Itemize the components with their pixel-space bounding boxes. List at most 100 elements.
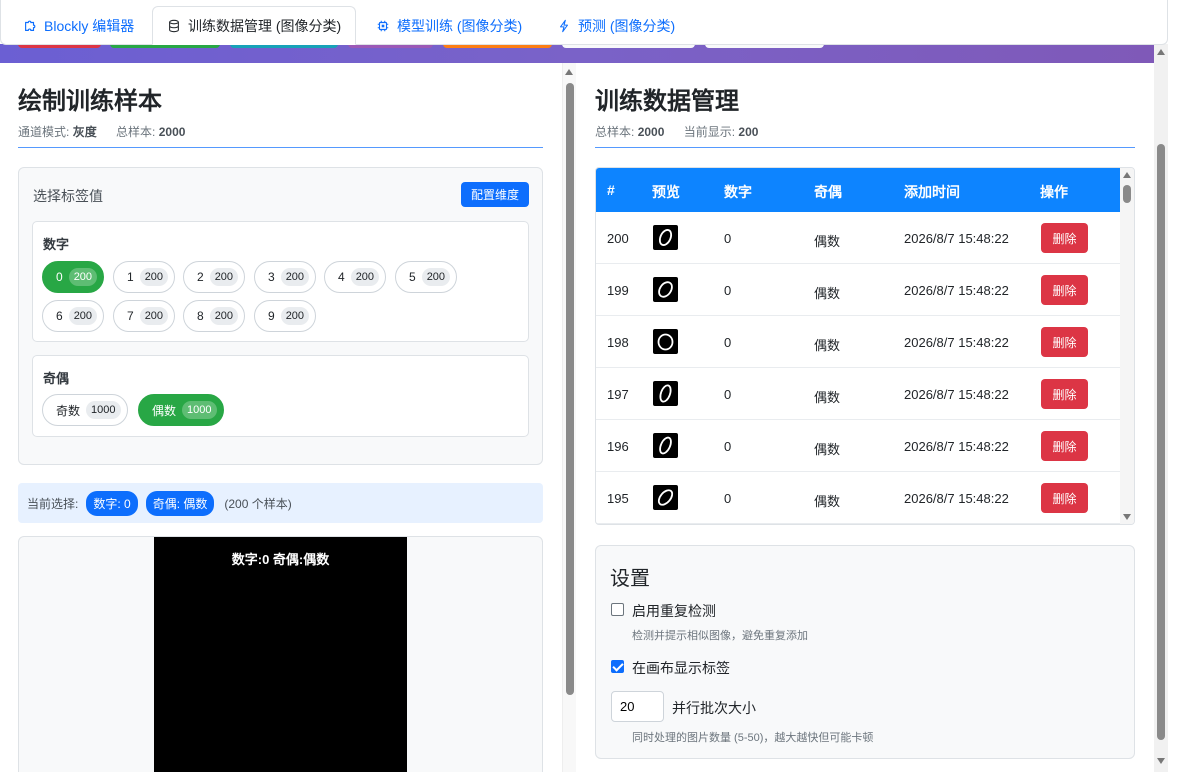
row-index: 197 bbox=[607, 387, 629, 402]
duplicate-detection-hint: 检测并提示相似图像，避免重复添加 bbox=[632, 630, 808, 642]
puzzle-icon bbox=[23, 19, 37, 33]
tab-training-data[interactable]: 训练数据管理 (图像分类) bbox=[152, 6, 357, 45]
chip-digit-7[interactable]: 7 200 bbox=[113, 300, 176, 332]
parity-group-title: 奇偶 bbox=[43, 371, 70, 386]
delete-button[interactable]: 删除 bbox=[1041, 483, 1088, 513]
digit-group-title: 数字 bbox=[43, 237, 70, 252]
chip-count: 1000 bbox=[86, 401, 121, 419]
scroll-up-icon[interactable] bbox=[565, 69, 573, 75]
scroll-thumb[interactable] bbox=[1123, 185, 1131, 203]
tab-label: 模型训练 (图像分类) bbox=[397, 17, 523, 34]
chip-parity-odd[interactable]: 奇数 1000 bbox=[42, 394, 128, 426]
chip-label: 3 bbox=[268, 270, 275, 284]
row-time: 2026/8/7 15:48:22 bbox=[904, 335, 1009, 350]
show-label-checkbox[interactable] bbox=[611, 660, 624, 673]
batch-size-input[interactable] bbox=[611, 691, 664, 722]
table-header: # 预览 数字 奇偶 添加时间 操作 bbox=[596, 168, 1120, 212]
chip-count: 200 bbox=[280, 307, 310, 325]
delete-button[interactable]: 删除 bbox=[1041, 223, 1088, 253]
data-meta: 总样本: 2000 当前显示: 200 bbox=[595, 123, 758, 140]
settings-card: 设置 启用重复检测 检测并提示相似图像，避免重复添加 在画布显示标签 并行批次大… bbox=[595, 545, 1135, 759]
current-badge-parity: 奇偶: 偶数 bbox=[145, 490, 215, 516]
col-parity: 奇偶 bbox=[814, 184, 842, 200]
col-index: # bbox=[607, 182, 615, 198]
scroll-down-icon[interactable] bbox=[1157, 758, 1165, 764]
row-digit: 0 bbox=[724, 491, 732, 506]
chip-digit-2[interactable]: 2 200 bbox=[183, 261, 246, 293]
config-dimensions-button[interactable]: 配置维度 bbox=[460, 182, 529, 207]
data-title: 训练数据管理 bbox=[595, 87, 739, 115]
row-index: 195 bbox=[607, 491, 629, 506]
chip-label: 2 bbox=[197, 270, 204, 284]
table-row: 199 0 偶数 2026/8/7 15:48:22 删除 bbox=[596, 264, 1120, 316]
table-scrollbar[interactable] bbox=[1120, 168, 1134, 524]
row-parity: 偶数 bbox=[814, 390, 841, 405]
row-digit: 0 bbox=[724, 335, 732, 350]
chip-count: 200 bbox=[421, 268, 451, 286]
row-index: 199 bbox=[607, 283, 629, 298]
current-selection-label: 当前选择: bbox=[27, 496, 79, 511]
sample-preview bbox=[653, 329, 678, 354]
batch-size-hint: 同时处理的图片数量 (5-50)，越大越快但可能卡顿 bbox=[632, 732, 874, 744]
row-time: 2026/8/7 15:48:22 bbox=[904, 387, 1009, 402]
shown-label: 当前显示: bbox=[683, 125, 736, 139]
drawing-canvas[interactable]: 数字:0 奇偶:偶数 bbox=[154, 537, 407, 772]
page-title: 绘制训练样本 bbox=[18, 87, 162, 115]
chip-count: 200 bbox=[350, 268, 380, 286]
chip-count: 200 bbox=[209, 307, 239, 325]
chip-digit-1[interactable]: 1 200 bbox=[113, 261, 176, 293]
chip-digit-4[interactable]: 4 200 bbox=[324, 261, 387, 293]
title-divider bbox=[18, 147, 543, 148]
scroll-thumb[interactable] bbox=[566, 83, 574, 695]
left-panel-scrollbar[interactable] bbox=[562, 63, 576, 772]
label-selector-card: 选择标签值 配置维度 数字 0 200 1 200 2 200 3 200 4 200 5… bbox=[18, 167, 543, 465]
chip-count: 1000 bbox=[182, 401, 217, 419]
tab-prediction[interactable]: 预测 (图像分类) bbox=[543, 6, 689, 45]
chip-label: 8 bbox=[197, 309, 204, 323]
database-icon bbox=[167, 19, 181, 33]
tab-blockly-editor[interactable]: Blockly 编辑器 bbox=[9, 6, 148, 45]
duplicate-detection-checkbox[interactable] bbox=[611, 603, 624, 616]
row-digit: 0 bbox=[724, 283, 732, 298]
col-digit: 数字 bbox=[724, 184, 752, 200]
delete-button[interactable]: 删除 bbox=[1041, 379, 1088, 409]
current-selection-bar: 当前选择: 数字: 0 奇偶: 偶数 (200 个样本) bbox=[18, 483, 543, 523]
chip-digit-8[interactable]: 8 200 bbox=[183, 300, 246, 332]
col-time: 添加时间 bbox=[904, 184, 960, 200]
delete-button[interactable]: 删除 bbox=[1041, 275, 1088, 305]
row-time: 2026/8/7 15:48:22 bbox=[904, 439, 1009, 454]
scroll-thumb[interactable] bbox=[1157, 144, 1165, 740]
tab-label: Blockly 编辑器 bbox=[44, 17, 135, 34]
chip-count: 200 bbox=[68, 268, 98, 286]
header-banner-strip bbox=[0, 44, 1154, 63]
row-parity: 偶数 bbox=[814, 286, 841, 301]
chip-parity-even[interactable]: 偶数 1000 bbox=[138, 394, 224, 426]
delete-button[interactable]: 删除 bbox=[1041, 327, 1088, 357]
current-badge-digit: 数字: 0 bbox=[86, 490, 138, 516]
scroll-down-icon[interactable] bbox=[1123, 514, 1131, 520]
chip-count: 200 bbox=[209, 268, 239, 286]
total-label: 总样本: bbox=[116, 125, 156, 139]
chip-digit-6[interactable]: 6 200 bbox=[42, 300, 105, 332]
show-label-label: 在画布显示标签 bbox=[632, 660, 730, 676]
scroll-up-icon[interactable] bbox=[1157, 49, 1165, 55]
chip-digit-3[interactable]: 3 200 bbox=[254, 261, 317, 293]
chip-digit-5[interactable]: 5 200 bbox=[395, 261, 458, 293]
digit-group: 数字 0 200 1 200 2 200 3 200 4 200 5 200 6 200 72… bbox=[32, 221, 529, 342]
table-row: 197 0 偶数 2026/8/7 15:48:22 删除 bbox=[596, 368, 1120, 420]
row-time: 2026/8/7 15:48:22 bbox=[904, 283, 1009, 298]
chip-digit-0[interactable]: 0 200 bbox=[42, 261, 105, 293]
chip-label: 奇数 bbox=[56, 403, 81, 418]
scroll-up-icon[interactable] bbox=[1123, 172, 1131, 178]
channel-value: 灰度 bbox=[72, 125, 97, 139]
chip-digit-9[interactable]: 9 200 bbox=[254, 300, 317, 332]
row-parity: 偶数 bbox=[814, 234, 841, 249]
canvas-label: 数字:0 奇偶:偶数 bbox=[231, 552, 330, 567]
label-selector-title: 选择标签值 bbox=[33, 188, 103, 204]
table-row: 196 0 偶数 2026/8/7 15:48:22 删除 bbox=[596, 420, 1120, 472]
total-value: 2000 bbox=[158, 125, 186, 139]
tab-label: 训练数据管理 (图像分类) bbox=[188, 17, 342, 34]
tab-model-training[interactable]: 模型训练 (图像分类) bbox=[362, 6, 536, 45]
delete-button[interactable]: 删除 bbox=[1041, 431, 1088, 461]
page-scrollbar[interactable] bbox=[1154, 44, 1168, 772]
